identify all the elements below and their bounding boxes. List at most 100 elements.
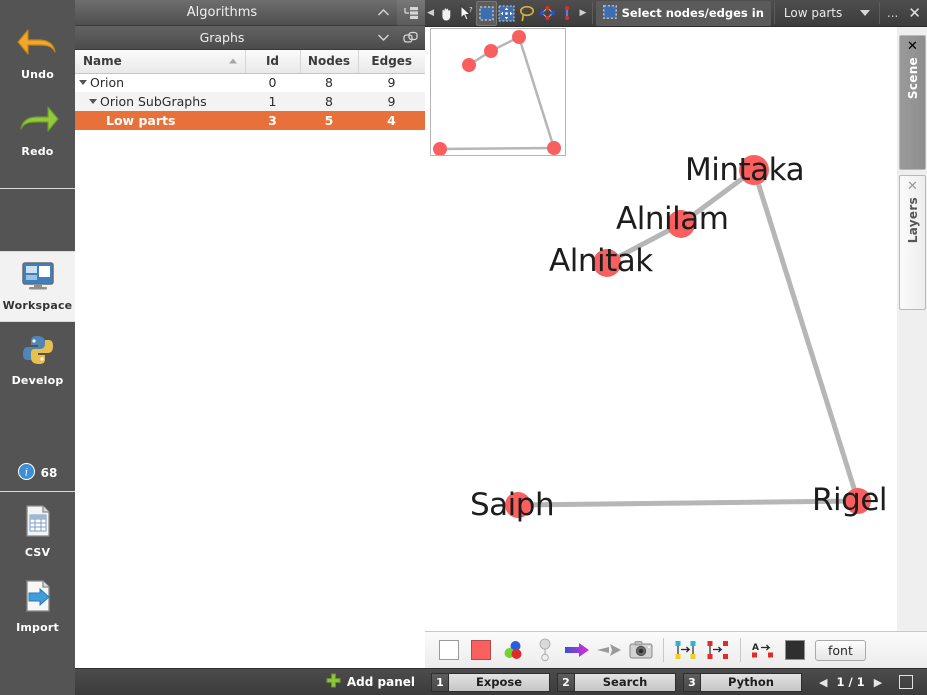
workspace-button[interactable]: Workspace bbox=[0, 252, 75, 321]
rectangle-selection-tool-icon bbox=[603, 5, 617, 22]
graphs-collapse-button[interactable] bbox=[369, 25, 397, 51]
graph-edges: 9 bbox=[358, 92, 425, 111]
workspace-monitor-icon bbox=[19, 261, 57, 294]
edit-edge-bends-tool[interactable] bbox=[557, 1, 577, 26]
rectangle-selection-tool[interactable] bbox=[476, 1, 497, 26]
toolbar-scroll-right-button[interactable]: ▶ bbox=[577, 8, 588, 18]
close-icon[interactable]: ✕ bbox=[907, 180, 918, 193]
toolbar-overflow-button[interactable]: ... bbox=[883, 6, 902, 20]
node-color-button[interactable] bbox=[465, 635, 497, 665]
add-panel-label[interactable]: Add panel bbox=[347, 675, 415, 689]
show-edges-button[interactable] bbox=[670, 635, 702, 665]
prev-triangle-icon[interactable]: ◀ bbox=[819, 676, 827, 689]
font-button[interactable]: font bbox=[815, 640, 866, 661]
show-edge-extremities-button[interactable] bbox=[702, 635, 734, 665]
expand-twisty-icon[interactable] bbox=[79, 80, 87, 85]
edge-shape-button[interactable] bbox=[593, 635, 625, 665]
undo-button[interactable]: Undo bbox=[0, 18, 75, 89]
info-badge[interactable]: i 68 bbox=[0, 455, 75, 491]
color-interpolation-button[interactable] bbox=[497, 635, 529, 665]
rail-section-history: Undo Redo bbox=[0, 0, 75, 166]
rail-section-io: CSV Import bbox=[0, 492, 75, 642]
graph-edge[interactable] bbox=[518, 501, 858, 505]
target-graph-combobox[interactable]: Low parts bbox=[778, 1, 876, 26]
import-button[interactable]: Import bbox=[0, 567, 75, 642]
snapshot-button[interactable] bbox=[625, 635, 657, 665]
graph-node-label[interactable]: Rigel bbox=[812, 482, 887, 518]
camera-icon bbox=[629, 640, 653, 660]
graph-edges: 9 bbox=[358, 73, 425, 92]
dock-tab-scene-label: Scene bbox=[906, 57, 920, 99]
graph-id: 0 bbox=[245, 73, 300, 92]
graph-id: 3 bbox=[245, 111, 300, 130]
graph-id: 1 bbox=[245, 92, 300, 111]
graph-toolbar: ◀ ? bbox=[425, 0, 927, 27]
edge-color-interpolation-button[interactable] bbox=[561, 635, 593, 665]
close-view-button[interactable]: ✕ bbox=[902, 4, 927, 22]
table-row[interactable]: Orion 0 8 9 bbox=[75, 73, 425, 92]
maximize-icon[interactable] bbox=[899, 675, 913, 689]
panel-dock-button[interactable] bbox=[397, 0, 425, 26]
graph-edges: 4 bbox=[358, 111, 425, 130]
graphs-panel: Algorithms Graphs bbox=[75, 0, 425, 695]
close-icon[interactable]: ✕ bbox=[907, 40, 918, 53]
dock-tab-layers[interactable]: ✕ Layers bbox=[899, 175, 926, 310]
toolbar-divider-5 bbox=[740, 638, 741, 662]
sort-ascending-icon bbox=[229, 59, 237, 64]
column-header-nodes[interactable]: Nodes bbox=[300, 50, 358, 73]
column-header-name[interactable]: Name bbox=[75, 50, 245, 73]
csv-button[interactable]: CSV bbox=[0, 492, 75, 567]
rail-section-develop: Develop bbox=[0, 322, 75, 395]
rgb-circles-icon bbox=[502, 639, 524, 661]
dark-square-icon bbox=[785, 640, 805, 660]
graph-canvas[interactable]: Mintaka Alnilam Alnitak Saiph Rigel bbox=[425, 27, 927, 631]
expand-twisty-icon[interactable] bbox=[89, 99, 97, 104]
info-icon: i bbox=[18, 463, 35, 483]
undo-label: Undo bbox=[21, 68, 54, 81]
dock-panel-icon bbox=[404, 6, 419, 20]
graph-nodes: 8 bbox=[300, 92, 358, 111]
undo-arrow-icon bbox=[16, 24, 60, 63]
graph-node-label[interactable]: Alnitak bbox=[549, 243, 653, 279]
toolbar-scroll-left-button[interactable]: ◀ bbox=[425, 8, 436, 18]
column-header-edges[interactable]: Edges bbox=[358, 50, 425, 73]
pan-hand-tool[interactable] bbox=[436, 1, 456, 26]
status-tab-search[interactable]: 2 Search bbox=[557, 673, 676, 692]
move-nodes-tool[interactable] bbox=[497, 1, 517, 26]
redo-button[interactable]: Redo bbox=[0, 89, 75, 166]
node-size-icon bbox=[538, 638, 552, 662]
graphs-link-button[interactable] bbox=[397, 25, 425, 51]
selection-mode-indicator[interactable]: Select nodes/edges in bbox=[596, 1, 771, 26]
lasso-selection-tool[interactable] bbox=[517, 1, 537, 26]
graphs-table: Name Id Nodes Edges Orion 0 bbox=[75, 50, 425, 130]
graph-node-label[interactable]: Alnilam bbox=[616, 201, 728, 237]
add-node-edge-tool[interactable] bbox=[537, 1, 557, 26]
graph-name: Orion SubGraphs bbox=[100, 94, 207, 109]
next-triangle-icon[interactable]: ▶ bbox=[874, 676, 882, 689]
table-row[interactable]: Orion SubGraphs 1 8 9 bbox=[75, 92, 425, 111]
show-labels-button[interactable]: A bbox=[747, 635, 779, 665]
node-size-button[interactable] bbox=[529, 635, 561, 665]
chevron-down-icon bbox=[377, 33, 390, 42]
column-header-id[interactable]: Id bbox=[245, 50, 300, 73]
redo-arrow-icon bbox=[16, 101, 60, 140]
status-tab-python[interactable]: 3 Python bbox=[683, 673, 802, 692]
node-shape-button[interactable] bbox=[433, 635, 465, 665]
graph-node-label[interactable]: Mintaka bbox=[685, 152, 804, 188]
dock-tab-scene[interactable]: ✕ Scene bbox=[899, 35, 926, 170]
graph-node-label[interactable]: Saiph bbox=[470, 487, 554, 523]
link-chain-icon bbox=[403, 31, 419, 44]
csv-spreadsheet-icon bbox=[22, 504, 54, 541]
status-tab-expose[interactable]: 1 Expose bbox=[431, 673, 550, 692]
minimap-node bbox=[512, 30, 526, 44]
table-row-selected[interactable]: Low parts 3 5 4 bbox=[75, 111, 425, 130]
pager-text: 1 / 1 bbox=[836, 675, 864, 689]
select-cursor-tool[interactable]: ? bbox=[456, 1, 476, 26]
graph-edge[interactable] bbox=[754, 170, 858, 501]
rail-spacer-1 bbox=[0, 189, 75, 251]
label-color-button[interactable] bbox=[779, 635, 811, 665]
develop-button[interactable]: Develop bbox=[0, 322, 75, 395]
svg-text:A: A bbox=[752, 643, 759, 653]
graph-overview-minimap[interactable] bbox=[430, 28, 566, 156]
panel-collapse-button[interactable] bbox=[369, 0, 397, 26]
